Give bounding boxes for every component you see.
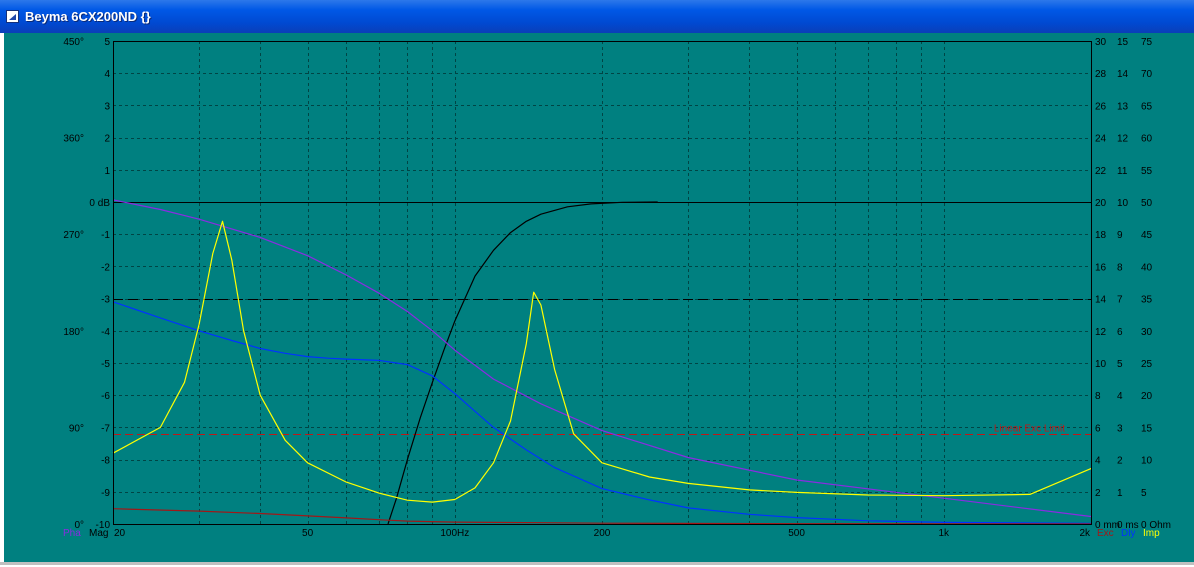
- phase-tick-label: 180°: [63, 327, 84, 338]
- window-app-icon[interactable]: [6, 10, 19, 23]
- exc-tick-label: 10: [1095, 359, 1107, 370]
- exc-tick-label: 20: [1095, 198, 1107, 209]
- exc-tick-label: 24: [1095, 134, 1107, 145]
- exc-tick-label: 16: [1095, 262, 1107, 273]
- exc-tick-label: 12: [1095, 327, 1107, 338]
- dly-tick-label: 15: [1117, 37, 1129, 48]
- imp-tick-label: 30: [1141, 327, 1153, 338]
- exc-tick-label: 28: [1095, 69, 1107, 80]
- exc-tick-label: 26: [1095, 101, 1107, 112]
- imp-tick-label: 65: [1141, 101, 1153, 112]
- dly-tick-label: 1: [1117, 488, 1123, 499]
- mag-tick-label: -9: [101, 488, 110, 499]
- exc-tick-label: 30: [1095, 37, 1107, 48]
- legend-excursion: Exc: [1097, 528, 1114, 539]
- dly-tick-label: 9: [1117, 230, 1123, 241]
- phase-tick-label: 270°: [63, 230, 84, 241]
- window-title: Beyma 6CX200ND {}: [25, 9, 151, 24]
- mag-tick-label: -6: [101, 391, 110, 402]
- dly-tick-label: 7: [1117, 295, 1123, 306]
- x-tick-label: 200: [594, 528, 611, 539]
- exc-tick-label: 6: [1095, 423, 1101, 434]
- x-tick-label: 500: [788, 528, 805, 539]
- chart-grid: [113, 41, 1092, 525]
- exc-tick-label: 22: [1095, 166, 1107, 177]
- x-tick-label: 100Hz: [440, 528, 469, 539]
- exc-tick-label: 2: [1095, 488, 1101, 499]
- exc-tick-label: 14: [1095, 295, 1107, 306]
- legend-phase: Pha: [63, 528, 81, 539]
- imp-tick-label: 50: [1141, 198, 1153, 209]
- legend-magnitude: Mag: [89, 528, 108, 539]
- imp-tick-label: 5: [1141, 488, 1147, 499]
- mag-tick-label: -2: [101, 262, 110, 273]
- phase-tick-label: 360°: [63, 134, 84, 145]
- dly-tick-label: 14: [1117, 69, 1129, 80]
- phase-tick-label: 450°: [63, 37, 84, 48]
- imp-tick-label: 20: [1141, 391, 1153, 402]
- imp-tick-label: 70: [1141, 69, 1153, 80]
- dly-tick-label: 10: [1117, 198, 1129, 209]
- legend-delay: Dly: [1121, 528, 1135, 539]
- app-window: Beyma 6CX200ND {} Linear Exc Limit 5 4 3 2 1…: [0, 0, 1194, 565]
- mag-tick-label: -4: [101, 327, 110, 338]
- imp-tick-label: 15: [1141, 423, 1153, 434]
- mag-tick-label: 2: [104, 134, 110, 145]
- dly-tick-label: 12: [1117, 134, 1129, 145]
- imp-tick-label: 75: [1141, 37, 1153, 48]
- imp-tick-label: 35: [1141, 295, 1153, 306]
- imp-tick-label: 10: [1141, 456, 1153, 467]
- imp-tick-label: 60: [1141, 134, 1153, 145]
- mag-tick-label: -1: [101, 230, 110, 241]
- imp-tick-label: 45: [1141, 230, 1153, 241]
- dly-tick-label: 8: [1117, 262, 1123, 273]
- dly-tick-label: 11: [1117, 166, 1128, 177]
- legend-impedance: Imp: [1143, 528, 1160, 539]
- x-tick-label: 2k: [1079, 528, 1091, 539]
- frequency-response-chart[interactable]: Linear Exc Limit 5 4 3 2 1 0 dB -1 -2 -3 -4 -5 -6 -7…: [4, 33, 1194, 562]
- imp-tick-label: 40: [1141, 262, 1153, 273]
- axis-labels: 543210 dB-1-2-3-4-5-6-7-8-9-10450°360°27…: [63, 37, 1171, 539]
- dly-tick-label: 13: [1117, 101, 1129, 112]
- exc-tick-label: 18: [1095, 230, 1107, 241]
- excursion-limit-label: Linear Exc Limit: [994, 424, 1065, 435]
- x-tick-label: 1k: [939, 528, 951, 539]
- mag-tick-label: 0 dB: [89, 198, 110, 209]
- plot-area[interactable]: Linear Exc Limit 5 4 3 2 1 0 dB -1 -2 -3 -4 -5 -6 -7…: [4, 33, 1194, 562]
- phase-tick-label: 90°: [69, 423, 84, 434]
- mag-tick-label: -5: [101, 359, 110, 370]
- dly-tick-label: 3: [1117, 423, 1123, 434]
- mag-tick-label: -7: [101, 423, 110, 434]
- mag-tick-label: -3: [101, 295, 110, 306]
- title-bar[interactable]: Beyma 6CX200ND {}: [0, 0, 1194, 33]
- mag-tick-label: 4: [104, 69, 110, 80]
- exc-tick-label: 4: [1095, 456, 1101, 467]
- mag-tick-label: 5: [104, 37, 110, 48]
- x-tick-label: 50: [302, 528, 314, 539]
- dly-tick-label: 4: [1117, 391, 1123, 402]
- mag-tick-label: 1: [104, 166, 110, 177]
- exc-tick-label: 8: [1095, 391, 1101, 402]
- dly-tick-label: 5: [1117, 359, 1123, 370]
- imp-tick-label: 55: [1141, 166, 1153, 177]
- mag-tick-label: 3: [104, 101, 110, 112]
- imp-tick-label: 25: [1141, 359, 1153, 370]
- x-tick-label: 20: [114, 528, 126, 539]
- dly-tick-label: 2: [1117, 456, 1123, 467]
- mag-tick-label: -8: [101, 456, 110, 467]
- dly-tick-label: 6: [1117, 327, 1123, 338]
